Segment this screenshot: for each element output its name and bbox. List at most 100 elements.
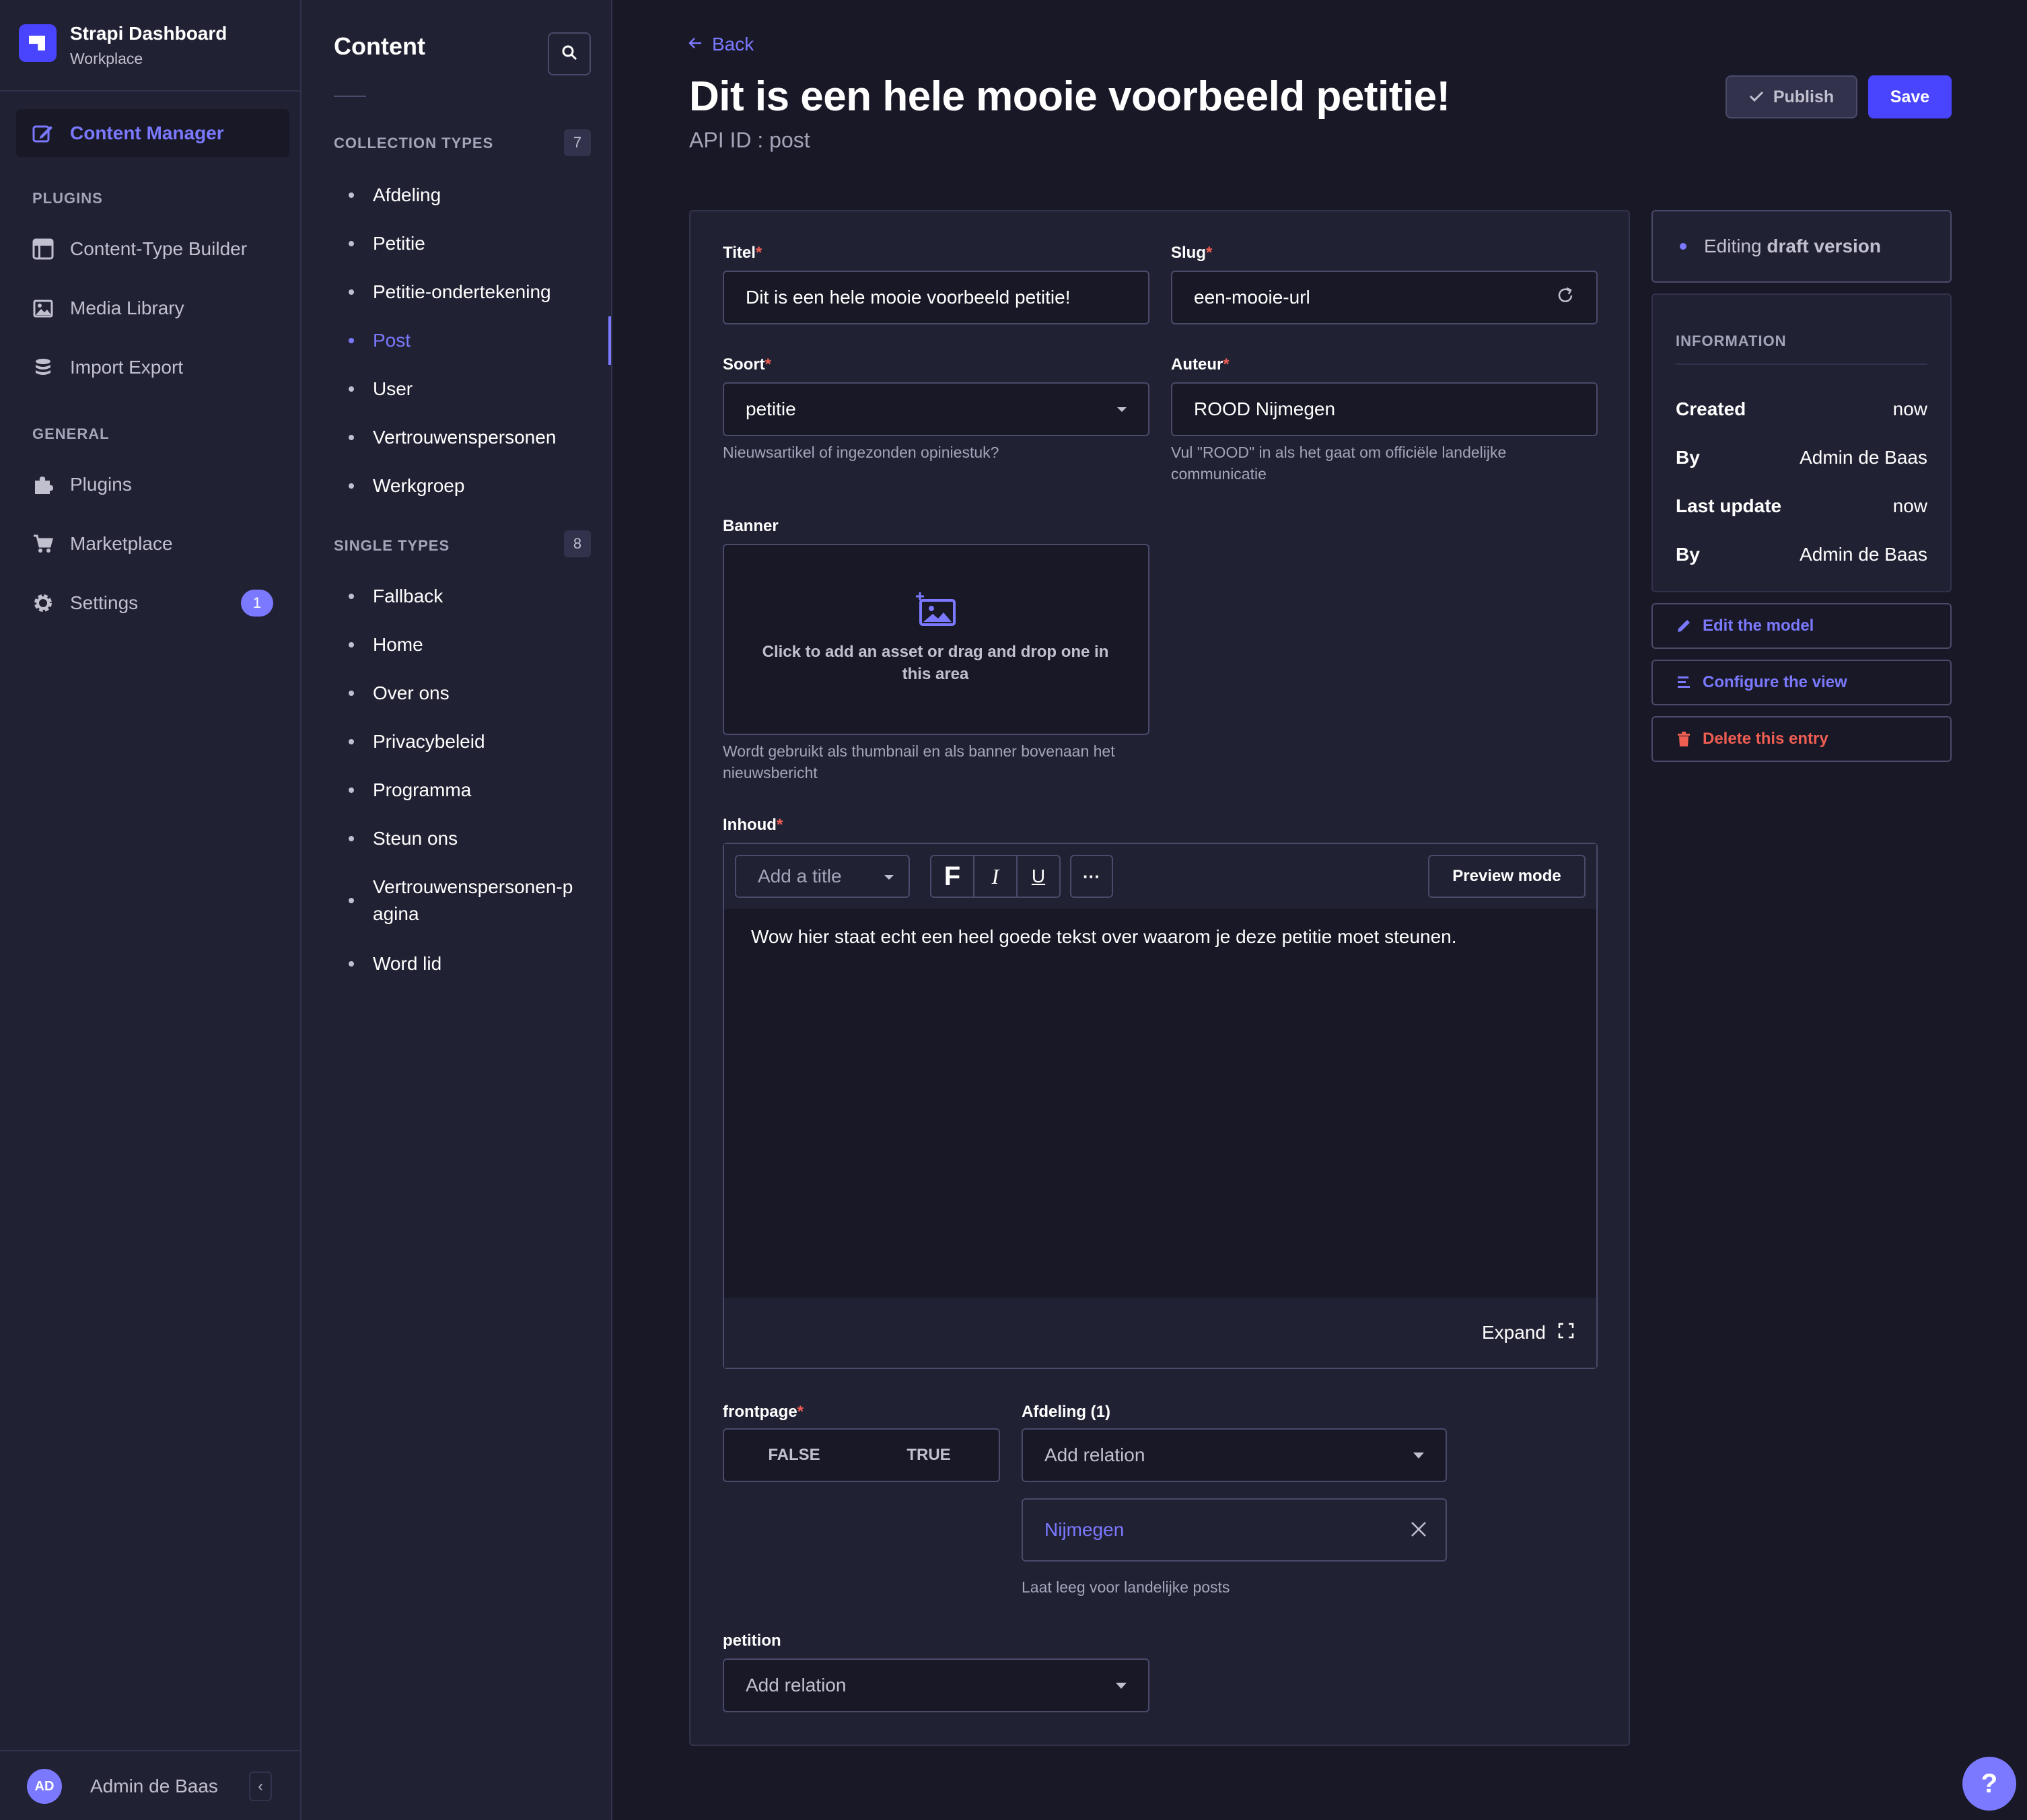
question-mark-icon: ? [1981,1768,1998,1798]
bullet [349,193,354,198]
info-key: By [1676,447,1700,468]
trash-icon [1674,731,1693,747]
sub-nav-item-werkgroep[interactable]: Werkgroep [349,473,464,499]
sub-nav-item-afdeling[interactable]: Afdeling [349,182,441,209]
back-link[interactable]: Back [688,34,754,55]
toggle-true-option[interactable]: TRUE [861,1432,996,1478]
nav-item-media-library[interactable]: Media Library [16,284,289,332]
gear-icon [32,592,54,614]
expand-button[interactable]: Expand [1482,1322,1574,1343]
required-marker: * [1223,355,1230,374]
user-name[interactable]: Admin de Baas [90,1776,218,1797]
italic-button[interactable]: I [974,856,1018,897]
editor-content[interactable]: Wow hier staat echt een heel goede tekst… [751,926,1457,948]
shopping-cart-icon [32,533,54,555]
publish-button[interactable]: Publish [1726,75,1857,118]
information-title: INFORMATION [1676,332,1787,349]
info-value: Admin de Baas [1800,447,1927,468]
soort-value: petitie [746,398,796,419]
chevron-left-icon: ‹ [258,1778,263,1794]
delete-entry-button[interactable]: Delete this entry [1651,716,1952,762]
info-key: Created [1676,398,1746,419]
collection-types-count: 7 [564,129,591,156]
preview-mode-button[interactable]: Preview mode [1428,855,1586,898]
sub-nav-item-fallback[interactable]: Fallback [349,583,443,610]
heading-select[interactable]: Add a title [735,855,910,898]
sub-nav-item-vertrouwenspersonen-pagina[interactable]: Vertrouwenspersonen-pagina [349,874,577,928]
soort-label-text: Soort [723,355,765,374]
bullet [349,338,354,343]
help-button[interactable]: ? [1962,1757,2016,1811]
sub-nav-item-petitie-ondertekening[interactable]: Petitie-ondertekening [349,279,551,306]
sub-nav-item-programma[interactable]: Programma [349,777,471,804]
nav-item-plugins[interactable]: Plugins [16,460,289,509]
nav-item-import-export[interactable]: Import Export [16,343,289,392]
bullet [349,898,354,903]
pencil-icon [1674,618,1693,634]
sub-nav-item-petitie[interactable]: Petitie [349,230,425,257]
sub-nav-item-word-lid[interactable]: Word lid [349,950,441,977]
sub-nav-item-user[interactable]: User [349,376,413,403]
more-options-button[interactable]: ··· [1070,855,1113,898]
save-button[interactable]: Save [1868,75,1952,118]
settings-notification-badge: 1 [241,590,273,617]
sub-nav-divider [334,96,366,97]
underline-button[interactable]: U [1018,856,1059,897]
nav-item-content-type-builder[interactable]: Content-Type Builder [16,225,289,273]
banner-dropzone[interactable] [723,544,1149,735]
soort-hint: Nieuwsartikel of ingezonden opiniestuk? [723,444,999,461]
collection-types-heading[interactable]: COLLECTION TYPES [334,135,493,152]
slug-input[interactable]: een-mooie-url [1171,271,1598,324]
search-button[interactable] [548,32,591,75]
status-dot [1680,243,1686,250]
required-marker: * [797,1403,804,1421]
petition-relation-select[interactable]: Add relation [723,1658,1149,1712]
titel-label: Titel* [723,244,762,262]
active-indicator [608,316,611,365]
required-marker: * [1206,244,1213,262]
afdeling-relation-item[interactable]: Nijmegen [1022,1498,1447,1562]
frontpage-label-text: frontpage [723,1403,797,1421]
single-types-heading[interactable]: SINGLE TYPES [334,537,450,555]
layout-icon [32,238,54,260]
bold-button[interactable]: F [931,856,974,897]
info-row-updated-by: By Admin de Baas [1676,544,1927,565]
info-row-created-by: By Admin de Baas [1676,447,1927,468]
draft-prefix: Editing [1704,236,1767,256]
configure-view-button[interactable]: Configure the view [1651,660,1952,705]
pen-square-icon [32,123,54,144]
info-value: now [1892,495,1927,516]
sub-nav-item-vertrouwenspersonen[interactable]: Vertrouwenspersonen [349,424,556,451]
titel-input[interactable]: Dit is een hele mooie voorbeeld petitie! [723,271,1149,324]
collapse-nav-button[interactable]: ‹ [249,1772,272,1801]
underline-icon: U [1031,866,1046,886]
editor-footer [724,1298,1596,1368]
nav-item-label: Content-Type Builder [70,238,248,259]
afdeling-label: Afdeling (1) [1022,1403,1110,1421]
frontpage-toggle[interactable]: FALSE TRUE [723,1428,1000,1482]
nav-item-marketplace[interactable]: Marketplace [16,520,289,568]
toggle-false-option[interactable]: FALSE [727,1432,861,1478]
afdeling-relation-select[interactable]: Add relation [1022,1428,1447,1482]
sub-nav-item-home[interactable]: Home [349,631,423,658]
soort-select[interactable]: petitie [723,382,1149,436]
sub-nav-item-over-ons[interactable]: Over ons [349,680,450,707]
info-value: Admin de Baas [1800,544,1927,565]
sub-nav-item-steun-ons[interactable]: Steun ons [349,825,458,852]
sub-nav-item-privacybeleid[interactable]: Privacybeleid [349,728,485,755]
auteur-input[interactable]: ROOD Nijmegen [1171,382,1598,436]
required-marker: * [764,355,772,374]
slug-label: Slug* [1171,244,1212,262]
draft-status: Editing draft version [1651,210,1952,283]
sub-nav-item-label: Vertrouwenspersonen-pagina [373,876,573,924]
afdeling-placeholder: Add relation [1044,1444,1145,1465]
nav-item-content-manager[interactable]: Content Manager [16,109,289,158]
edit-model-button[interactable]: Edit the model [1651,603,1952,649]
relation-link[interactable]: Nijmegen [1044,1519,1124,1541]
nav-section-general: GENERAL [32,425,110,442]
sub-nav-item-label: Programma [373,779,472,800]
sub-nav-item-post[interactable]: Post [349,327,411,354]
avatar[interactable]: AD [27,1769,62,1804]
refresh-icon[interactable] [1556,286,1575,310]
close-icon[interactable] [1409,1520,1428,1543]
